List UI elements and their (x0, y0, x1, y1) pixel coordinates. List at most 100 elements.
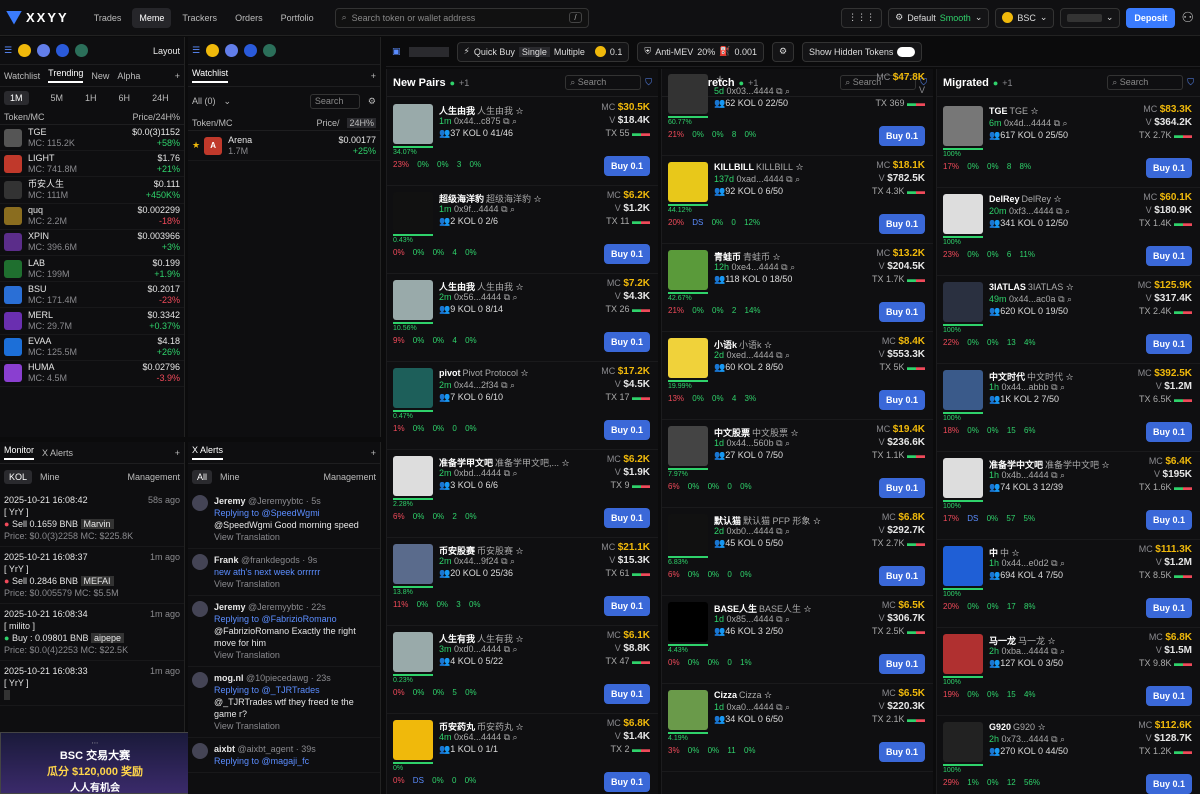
star-icon[interactable]: ☆ (1066, 372, 1074, 382)
chain-selector[interactable]: BSC ⌄ (995, 7, 1055, 28)
buy-button[interactable]: Buy 0.1 (604, 684, 650, 704)
copy-icon[interactable]: ⧉ (776, 526, 782, 536)
star-icon[interactable]: ☆ (516, 106, 524, 116)
token-address[interactable]: 0x4b...4444 (1002, 470, 1049, 480)
token-card[interactable]: 0% 币安药丸 币安药丸 ☆ 4m 0x64...4444 ⧉ ⌕ 👥1 KOL … (387, 714, 658, 794)
token-address[interactable]: 0x85...4444 (727, 614, 774, 624)
tf-5m[interactable]: 5M (51, 93, 64, 103)
copy-icon[interactable]: ⧉ (501, 380, 507, 390)
search-icon[interactable]: ⌕ (785, 350, 790, 360)
token-address[interactable]: 0x56...4444 (454, 292, 501, 302)
add-icon[interactable]: + (371, 448, 376, 458)
buy-button[interactable]: Buy 0.1 (879, 654, 925, 674)
copy-icon[interactable]: ⧉ (503, 116, 509, 126)
view-translation-link[interactable]: View Translation (214, 578, 376, 590)
management-link[interactable]: Management (323, 472, 376, 482)
buy-button[interactable]: Buy 0.1 (604, 156, 650, 176)
mode-selector[interactable]: ⚙ Default Smooth ⌄ (888, 7, 990, 28)
wallet-selector[interactable]: ⌄ (1060, 7, 1121, 28)
view-translation-link[interactable]: View Translation (214, 720, 376, 732)
star-icon[interactable]: ☆ (516, 282, 524, 292)
trending-item[interactable]: quq MC: 2.2M $0.002299 -18% (0, 204, 184, 230)
filter-kol[interactable]: KOL (4, 470, 33, 484)
buy-button[interactable]: Buy 0.1 (879, 566, 925, 586)
token-card[interactable]: 60.77% ☆ 5d 0x03...4444 ⧉ ⌕ 👥62 KOL 0 22… (662, 69, 933, 156)
token-card[interactable]: 100% G920 G920 ☆ 2h 0x73...4444 ⧉ ⌕ 👥270 … (937, 716, 1200, 794)
watchlist-search[interactable]: Search (309, 93, 360, 109)
token-address[interactable]: 0x44...9f24 (454, 556, 499, 566)
star-icon[interactable]: ☆ (1048, 636, 1056, 646)
filter-icon[interactable]: ● (450, 78, 455, 88)
buy-button[interactable]: Buy 0.1 (879, 742, 925, 762)
monitor-item[interactable]: 2025-10-21 16:08:33 1m ago [ YrY ] (0, 661, 184, 706)
base-chain-icon[interactable] (56, 44, 70, 57)
trending-item[interactable]: LIGHT MC: 741.8M $1.76 +21% (0, 151, 184, 178)
buy-button[interactable]: Buy 0.1 (1146, 598, 1192, 618)
copy-icon[interactable]: ⧉ (776, 614, 782, 624)
x-alert-item[interactable]: Frank @frankdegods · 9s new ath's next w… (188, 549, 380, 596)
token-card[interactable]: 0.47% pivot Pivot Protocol ☆ 2m 0x44...2f… (387, 362, 658, 450)
star-icon[interactable]: ☆ (1012, 548, 1020, 558)
filter-mine[interactable]: Mine (40, 472, 60, 482)
quick-buy-amount[interactable]: 0.1 (610, 47, 623, 57)
star-icon[interactable]: ☆ (764, 690, 772, 700)
settings-button[interactable]: ⚙ (771, 41, 795, 62)
search-icon[interactable]: ⌕ (785, 702, 790, 712)
star-icon[interactable]: ☆ (1066, 282, 1074, 292)
x-alert-item[interactable]: mog.nl @10piecedawg · 23s Replying to @_… (188, 667, 380, 738)
token-address[interactable]: 0x44...ac0a (1009, 294, 1056, 304)
copy-icon[interactable]: ⧉ (776, 350, 782, 360)
mode-single[interactable]: Single (518, 46, 550, 57)
grid-icon[interactable]: ⋮⋮⋮ (841, 7, 883, 28)
search-icon[interactable]: ⌕ (1065, 206, 1070, 216)
nav-trades[interactable]: Trades (87, 8, 129, 28)
panel-toggle-icon[interactable]: ▣ (392, 46, 401, 57)
copy-icon[interactable]: ⧉ (504, 292, 510, 302)
token-card[interactable]: 100% 准备学中文吧 准备学中文吧 ☆ 1h 0x4b...4444 ⧉ ⌕ 👥… (937, 452, 1200, 540)
token-card[interactable]: 100% 中文时代 中文时代 ☆ 1h 0x44...abbb ⧉ ⌕ 👥1K K… (937, 364, 1200, 452)
trending-item[interactable]: LAB MC: 199M $0.199 +1.9% (0, 256, 184, 283)
buy-button[interactable]: Buy 0.1 (1146, 246, 1192, 266)
monitor-item[interactable]: 2025-10-21 16:08:42 58s ago [ YrY ] ● Sel… (0, 490, 184, 547)
eth-chain-icon[interactable] (37, 44, 51, 57)
event-token[interactable] (4, 690, 10, 700)
token-address[interactable]: 0x64...4444 (454, 732, 501, 742)
copy-icon[interactable]: ⧉ (1051, 734, 1057, 744)
token-address[interactable]: 0xed...4444 (727, 350, 774, 360)
token-card[interactable]: 100% 马一龙 马一龙 ☆ 2h 0xba...4444 ⧉ ⌕ 👥127 KO… (937, 628, 1200, 716)
column-search[interactable]: ⌕ Search (1107, 75, 1184, 90)
copy-icon[interactable]: ⧉ (1051, 382, 1057, 392)
copy-icon[interactable]: ⧉ (776, 86, 782, 96)
tf-24h[interactable]: 24H (152, 93, 169, 103)
buy-button[interactable]: Buy 0.1 (604, 420, 650, 440)
tab-trending[interactable]: Trending (48, 68, 84, 83)
search-input[interactable]: ⌕ Search token or wallet address / (334, 7, 589, 28)
token-address[interactable]: 0x9f...4444 (454, 204, 499, 214)
search-icon[interactable]: ⌕ (1060, 558, 1065, 568)
plus-badge[interactable]: +1 (1002, 78, 1012, 88)
trending-item[interactable]: 币安人生 MC: 111M $0.111 +450K% (0, 177, 184, 204)
buy-button[interactable]: Buy 0.1 (1146, 686, 1192, 706)
x-alerts-title[interactable]: X Alerts (192, 445, 224, 460)
search-icon[interactable]: ⌕ (785, 86, 790, 96)
buy-button[interactable]: Buy 0.1 (1146, 510, 1192, 530)
filter-icon[interactable]: ● (993, 78, 998, 88)
tab-monitor[interactable]: Monitor (4, 445, 35, 460)
token-card[interactable]: 34.07% 人生由我 人生由我 ☆ 1m 0x44...c875 ⧉ ⌕ 👥37… (387, 98, 658, 186)
search-icon[interactable]: ⌕ (512, 116, 517, 126)
trending-item[interactable]: HUMA MC: 4.5M $0.02796 -3.9% (0, 361, 184, 387)
star-icon[interactable]: ☆ (534, 194, 542, 204)
search-icon[interactable]: ⌕ (785, 438, 790, 448)
token-card[interactable]: 4.19% Cizza Cizza ☆ 1d 0xa0...4444 ⧉ ⌕ 👥3… (662, 684, 933, 772)
tab-alpha[interactable]: Alpha (117, 71, 140, 81)
token-card[interactable]: 44.12% KILLBILL KILLBILL ☆ 137d 0xad...44… (662, 156, 933, 244)
nav-trackers[interactable]: Trackers (175, 8, 224, 28)
bsc-chain-icon[interactable] (18, 44, 32, 57)
token-card[interactable]: 19.99% 小语k 小语k ☆ 2d 0xed...4444 ⧉ ⌕ 👥60 K… (662, 332, 933, 420)
token-card[interactable]: 4.43% BASE人生 BASE人生 ☆ 1d 0x85...4444 ⧉ ⌕ … (662, 596, 933, 684)
star-icon[interactable]: ☆ (1102, 460, 1110, 470)
token-card[interactable]: 2.28% 准备学甲文吧 准备学甲文吧,... ☆ 2m 0xbd...4444 … (387, 450, 658, 538)
gear-icon[interactable]: ⚙ (368, 96, 376, 107)
view-translation-link[interactable]: View Translation (214, 531, 376, 543)
star-icon[interactable]: ☆ (773, 252, 781, 262)
